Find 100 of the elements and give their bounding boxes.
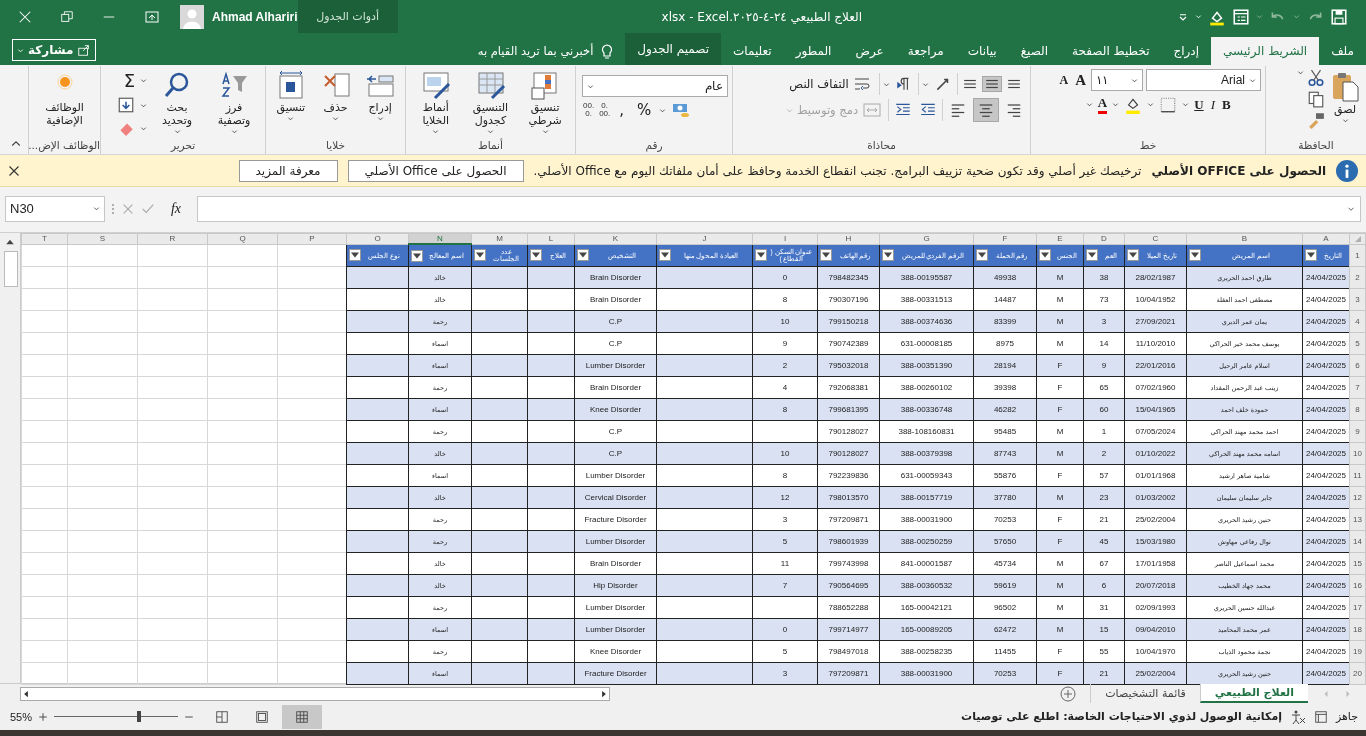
- increase-decimal-button[interactable]: .0 .00: [598, 101, 612, 119]
- filter-button[interactable]: [882, 249, 894, 262]
- ribbon-tab[interactable]: عرض: [843, 37, 896, 65]
- caret-icon[interactable]: [921, 80, 929, 88]
- shrink-font-button[interactable]: A: [1057, 71, 1071, 89]
- row-header[interactable]: 9: [1349, 420, 1366, 443]
- caret-icon[interactable]: [432, 128, 440, 135]
- caret-icon[interactable]: [1182, 101, 1190, 108]
- column-header[interactable]: P: [277, 233, 347, 244]
- caret-icon[interactable]: [882, 80, 890, 88]
- number-format-field[interactable]: عام: [582, 75, 728, 97]
- filter-button[interactable]: [659, 249, 671, 262]
- formula-input[interactable]: [197, 195, 1361, 222]
- column-header[interactable]: D: [1083, 233, 1125, 244]
- ribbon-tab[interactable]: بيانات: [955, 37, 1009, 65]
- row-header[interactable]: 14: [1349, 530, 1366, 553]
- tell-me-search[interactable]: أخبرني بما تريد القيام به: [477, 44, 594, 58]
- filter-button[interactable]: [577, 249, 589, 262]
- column-header[interactable]: B: [1186, 233, 1303, 244]
- row-header[interactable]: 19: [1349, 640, 1366, 663]
- ribbon-tab[interactable]: ملف: [1319, 37, 1366, 65]
- cells-button[interactable]: تنسيق: [270, 69, 312, 123]
- row-header[interactable]: 15: [1349, 552, 1366, 575]
- caret-icon[interactable]: [93, 205, 100, 212]
- ribbon-tab[interactable]: إدراج: [1161, 37, 1212, 65]
- row-header[interactable]: 20: [1349, 662, 1366, 685]
- column-header[interactable]: H: [817, 233, 880, 244]
- caret-icon[interactable]: [1112, 101, 1120, 108]
- caret-icon[interactable]: [140, 101, 147, 109]
- message-button[interactable]: الحصول على Office الأصلي: [347, 159, 524, 182]
- row-header[interactable]: 10: [1349, 442, 1366, 465]
- caret-icon[interactable]: [1297, 69, 1304, 76]
- row-header[interactable]: 13: [1349, 508, 1366, 531]
- column-header[interactable]: C: [1124, 233, 1187, 244]
- decrease-decimal-button[interactable]: .00 .0: [582, 101, 596, 119]
- editing-button[interactable]: فرز وتصفية: [207, 69, 261, 136]
- format-painter-icon[interactable]: [1307, 111, 1325, 129]
- zoom-level[interactable]: 55%: [10, 710, 33, 723]
- ribbon-tab[interactable]: تصميم الجدول: [625, 33, 721, 65]
- column-header[interactable]: M: [471, 233, 528, 244]
- vertical-scrollbar[interactable]: [0, 233, 21, 683]
- column-header[interactable]: T: [21, 233, 68, 244]
- column-header[interactable]: N: [408, 233, 472, 244]
- bold-button[interactable]: B: [1219, 95, 1233, 114]
- copy-icon[interactable]: [1307, 90, 1325, 108]
- caret-icon[interactable]: [541, 128, 549, 135]
- filter-button[interactable]: [755, 249, 767, 262]
- caret-icon[interactable]: [287, 115, 295, 122]
- autosum-button[interactable]: Σ: [121, 69, 137, 92]
- italic-button[interactable]: I: [1208, 95, 1217, 114]
- styles-button[interactable]: أنماط الخلايا: [410, 69, 462, 136]
- column-header[interactable]: S: [67, 233, 138, 244]
- row-header[interactable]: 17: [1349, 596, 1366, 619]
- cells-button[interactable]: إدراج: [359, 69, 401, 123]
- filter-button[interactable]: [411, 249, 423, 262]
- column-header[interactable]: I: [752, 233, 818, 244]
- save-icon[interactable]: [1330, 7, 1348, 26]
- avatar-icon[interactable]: [180, 4, 204, 29]
- ribbon-tab[interactable]: المطور: [783, 37, 844, 65]
- caret-icon[interactable]: [332, 115, 339, 122]
- column-header[interactable]: F: [973, 233, 1037, 244]
- percent-button[interactable]: %: [632, 101, 657, 119]
- view-button[interactable]: [282, 704, 323, 729]
- font-color-button[interactable]: A: [1095, 94, 1110, 115]
- cells-button[interactable]: حذف: [314, 69, 357, 123]
- font-size-field[interactable]: ١١: [1091, 69, 1143, 91]
- share-button[interactable]: مشاركة: [12, 39, 97, 61]
- caret-icon[interactable]: [587, 82, 594, 90]
- filter-button[interactable]: [1039, 249, 1051, 262]
- cut-icon[interactable]: [1307, 69, 1325, 87]
- paste-button[interactable]: لصق: [1328, 69, 1362, 125]
- form-icon[interactable]: [1232, 7, 1250, 26]
- ribbon-tab[interactable]: الصيغ: [1008, 37, 1061, 65]
- caret-icon[interactable]: [376, 115, 384, 122]
- filter-button[interactable]: [474, 249, 486, 262]
- styles-button[interactable]: التنسيق كجدول: [464, 69, 517, 136]
- row-header[interactable]: 7: [1349, 376, 1366, 399]
- row-header[interactable]: 18: [1349, 618, 1366, 641]
- filter-button[interactable]: [820, 249, 832, 262]
- caret-icon[interactable]: [487, 128, 494, 135]
- accessibility-status[interactable]: إمكانية الوصول لذوي الاحتياجات الخاصة: اطلع على توصيات: [961, 710, 1282, 723]
- zoom-in-icon[interactable]: [38, 711, 49, 722]
- ribbon-tab[interactable]: تعليمات: [721, 37, 784, 65]
- macro-icon[interactable]: [1313, 709, 1328, 724]
- row-header[interactable]: 6: [1349, 354, 1366, 377]
- caret-icon[interactable]: [1195, 13, 1202, 20]
- caret-icon[interactable]: [230, 128, 238, 135]
- filter-button[interactable]: [530, 249, 542, 262]
- scroll-thumb[interactable]: [4, 251, 18, 287]
- column-header[interactable]: E: [1036, 233, 1084, 244]
- ribbon-tab[interactable]: تخطيط الصفحة: [1060, 37, 1162, 65]
- underline-button[interactable]: U: [1192, 95, 1206, 114]
- filter-button[interactable]: [976, 249, 988, 262]
- column-header[interactable]: K: [574, 233, 657, 244]
- column-header[interactable]: G: [879, 233, 974, 244]
- sheet-tab[interactable]: العلاج الطبيعي: [1199, 684, 1308, 703]
- column-header[interactable]: O: [346, 233, 409, 244]
- horizontal-align-button[interactable]: [973, 98, 999, 122]
- styles-button[interactable]: تنسيق شرطي: [519, 69, 571, 136]
- column-header[interactable]: R: [137, 233, 208, 244]
